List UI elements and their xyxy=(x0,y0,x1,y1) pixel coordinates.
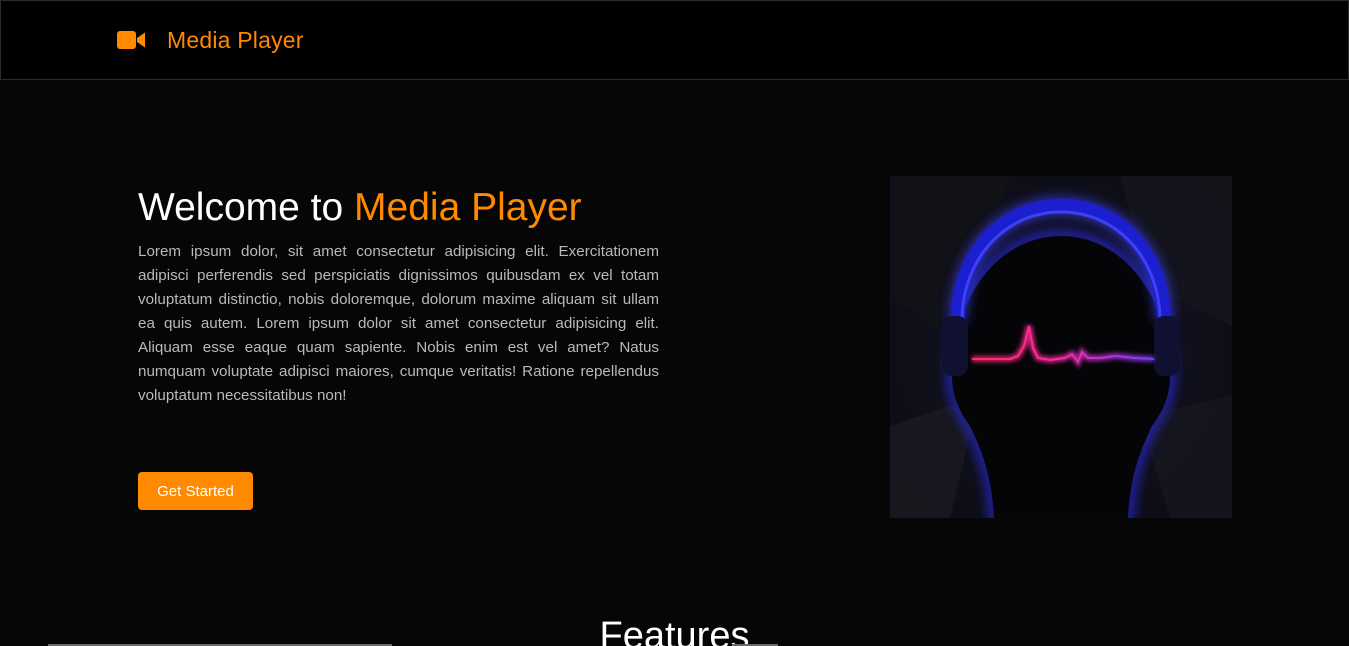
brand-logo-link[interactable]: Media Player xyxy=(117,1,304,79)
hero-title-prefix: Welcome to xyxy=(138,186,355,229)
top-navbar: Media Player xyxy=(0,0,1349,80)
hero-section: Welcome to Media Player Lorem ipsum dolo… xyxy=(138,186,659,408)
hero-title-accent: Media Player xyxy=(354,186,582,229)
page: Media Player Welcome to Media Player Lor… xyxy=(0,0,1349,646)
features-heading: Features xyxy=(599,615,750,646)
hero-title: Welcome to Media Player xyxy=(138,186,659,230)
get-started-button[interactable]: Get Started xyxy=(138,472,253,510)
brand-name: Media Player xyxy=(167,26,304,53)
headphones-soundwave-illustration xyxy=(890,176,1232,518)
hero-description: Lorem ipsum dolor, sit amet consectetur … xyxy=(138,243,659,404)
video-camera-icon xyxy=(117,30,147,50)
